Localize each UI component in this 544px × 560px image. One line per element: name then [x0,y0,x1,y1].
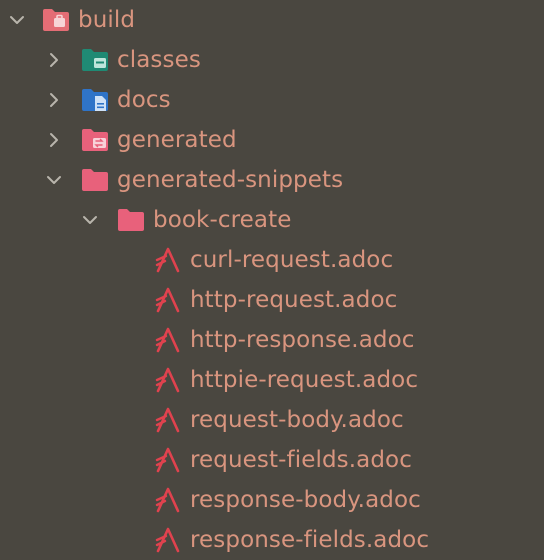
tree-item-classes[interactable]: classes [45,40,201,80]
build-folder-icon [42,6,70,34]
classes-folder-icon [81,46,109,74]
tree-item-file[interactable]: response-body.adoc [154,480,421,520]
tree-item-generated[interactable]: generated [45,120,237,160]
tree-item-label: book-create [153,207,292,233]
asciidoc-file-icon [154,446,182,474]
tree-item-label: request-fields.adoc [190,447,412,473]
generated-folder-icon [81,126,109,154]
tree-item-label: build [78,7,136,33]
asciidoc-file-icon [154,326,182,354]
asciidoc-file-icon [154,286,182,314]
chevron-down-icon[interactable] [8,11,26,29]
project-tree: build classes docs generated generated-s… [0,0,544,560]
tree-item-file[interactable]: httpie-request.adoc [154,360,418,400]
tree-item-label: curl-request.adoc [190,247,394,273]
tree-item-book-create[interactable]: book-create [81,200,291,240]
tree-item-label: generated [117,127,237,153]
docs-folder-icon [81,86,109,114]
tree-item-file[interactable]: request-fields.adoc [154,440,412,480]
tree-item-file[interactable]: request-body.adoc [154,400,404,440]
asciidoc-file-icon [154,486,182,514]
tree-item-label: http-request.adoc [190,287,398,313]
chevron-down-icon[interactable] [81,211,99,229]
tree-item-label: response-fields.adoc [190,527,430,553]
tree-item-file[interactable]: response-fields.adoc [154,520,429,560]
tree-item-generated-snippets[interactable]: generated-snippets [45,160,343,200]
chevron-right-icon[interactable] [45,51,63,69]
chevron-right-icon[interactable] [45,91,63,109]
tree-item-label: docs [117,87,171,113]
folder-icon [117,206,145,234]
chevron-down-icon[interactable] [45,171,63,189]
tree-item-file[interactable]: http-request.adoc [154,280,397,320]
tree-item-label: response-body.adoc [190,487,421,513]
asciidoc-file-icon [154,406,182,434]
tree-item-label: generated-snippets [117,167,344,193]
tree-item-docs[interactable]: docs [45,80,171,120]
asciidoc-file-icon [154,246,182,274]
chevron-right-icon[interactable] [45,131,63,149]
folder-icon [81,166,109,194]
tree-item-file[interactable]: http-response.adoc [154,320,415,360]
tree-item-label: request-body.adoc [190,407,404,433]
tree-item-label: http-response.adoc [190,327,415,353]
asciidoc-file-icon [154,366,182,394]
tree-item-file[interactable]: curl-request.adoc [154,240,393,280]
asciidoc-file-icon [154,526,182,554]
tree-item-label: httpie-request.adoc [190,367,419,393]
tree-item-build[interactable]: build [8,0,135,40]
tree-item-label: classes [117,47,201,73]
